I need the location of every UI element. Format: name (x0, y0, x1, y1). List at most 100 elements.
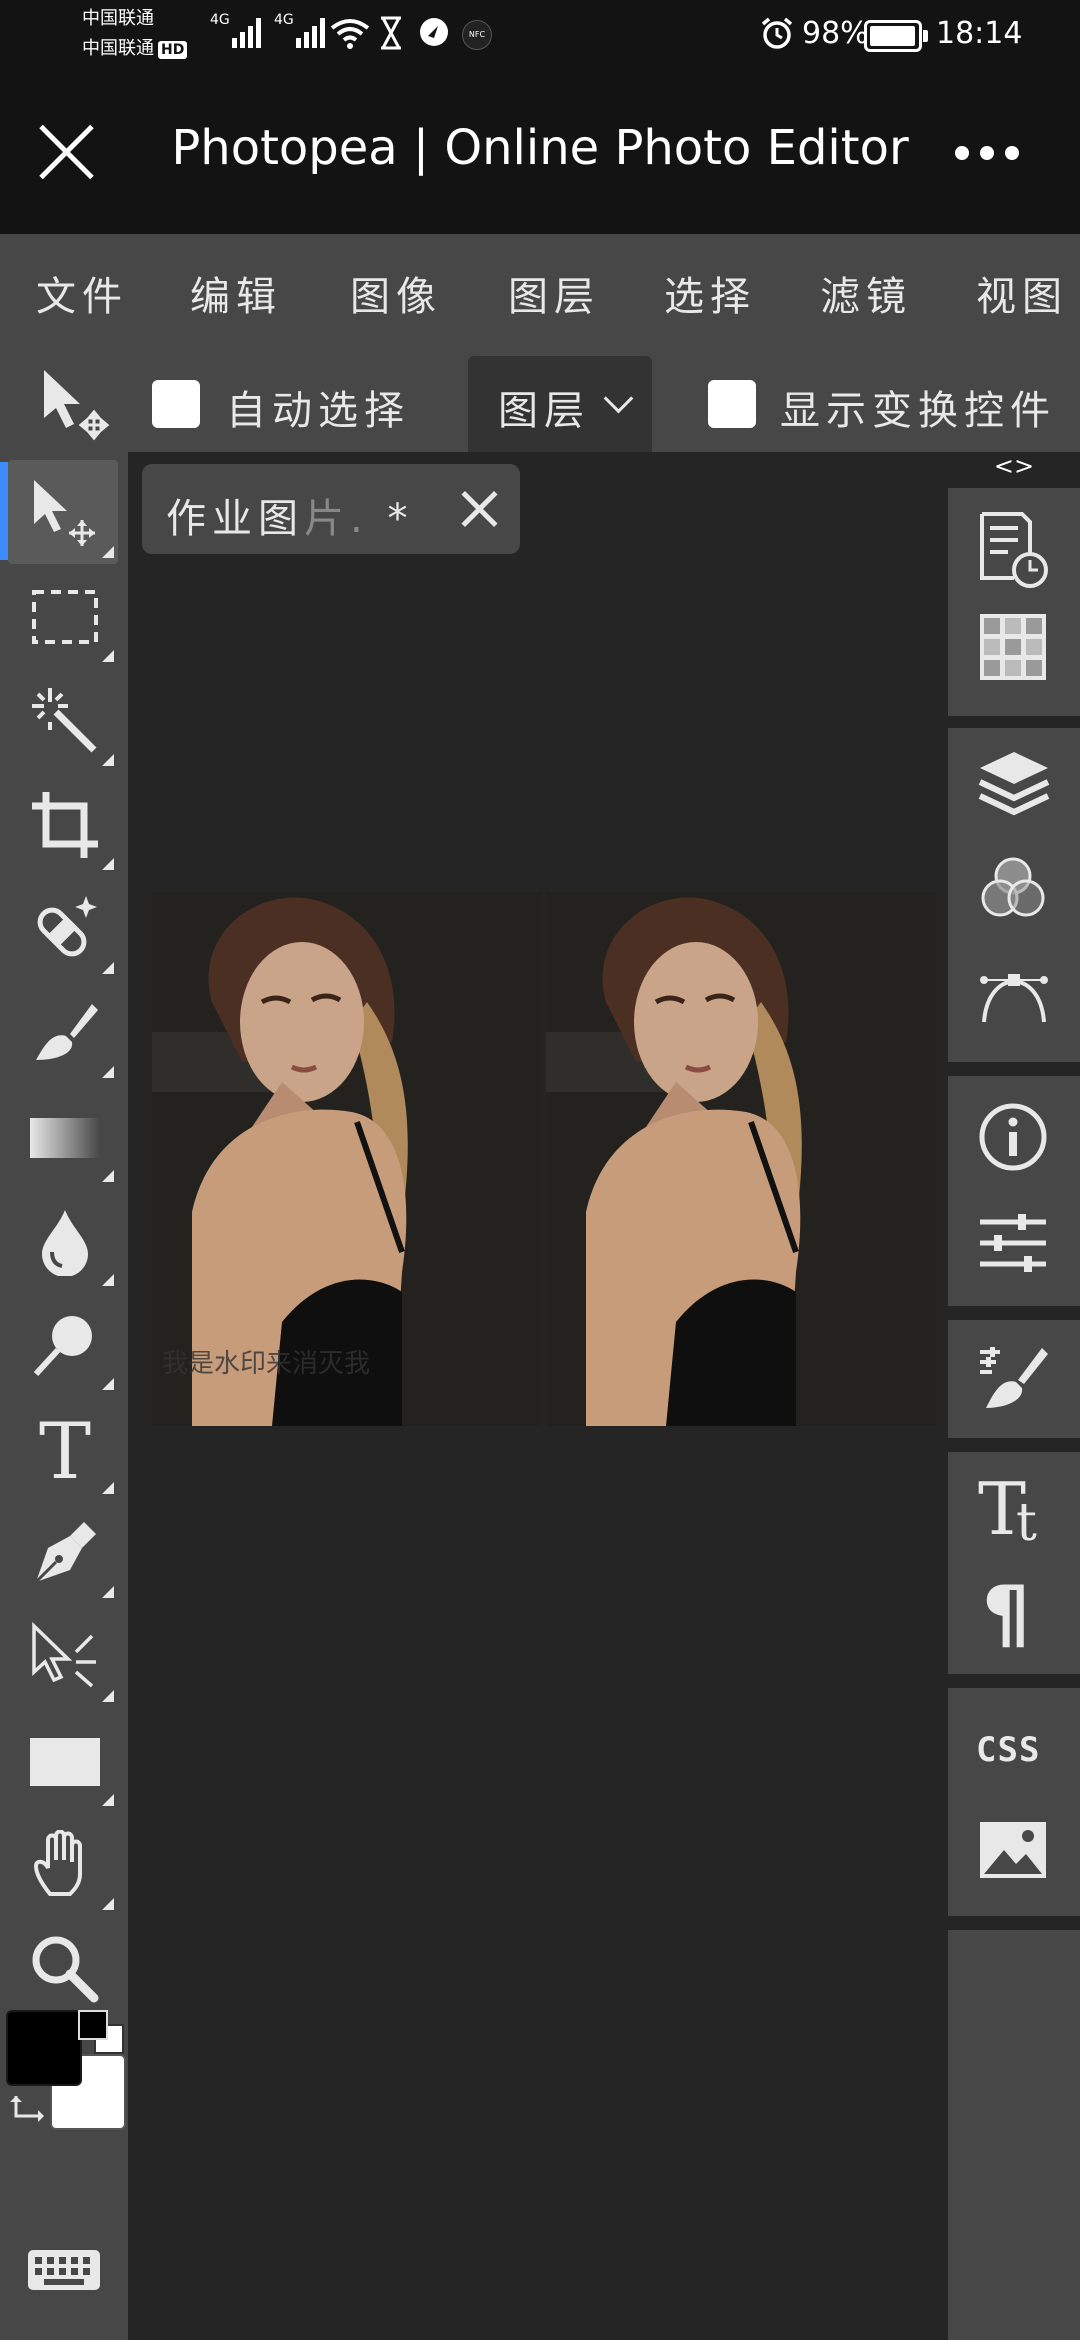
menu-select[interactable]: 选择 (664, 264, 756, 322)
show-transform-label: 显示变换控件 (780, 388, 1056, 434)
portrait-image (546, 892, 936, 1426)
photo-left: 我是水印来消灭我 (152, 892, 542, 1426)
menu-filter[interactable]: 滤镜 (820, 264, 912, 322)
portrait-image: 我是水印来消灭我 (152, 892, 542, 1426)
hd-badge: HD (158, 41, 188, 59)
panel-dock-empty (948, 1930, 1080, 2340)
tool-bar: T (0, 452, 128, 2340)
paths-icon[interactable] (978, 958, 1050, 1030)
default-colors-icon[interactable] (78, 2010, 108, 2040)
marquee-icon (32, 590, 98, 644)
layer-dropdown[interactable]: 图层 (468, 356, 652, 452)
move-tool-icon (34, 480, 95, 546)
menu-image[interactable]: 图像 (350, 264, 442, 322)
paragraph-icon[interactable]: ¶ (978, 1570, 1050, 1654)
document-tab-name: 作业图片. * (166, 496, 414, 542)
panel-group-4 (948, 1320, 1080, 1438)
carrier-2: 中国联通 HD (82, 38, 188, 60)
css-icon[interactable]: CSS (976, 1730, 1040, 1770)
panel-group-5: T t ¶ (948, 1452, 1080, 1674)
layers-icon[interactable] (978, 748, 1050, 820)
path-select-icon (32, 1622, 96, 1688)
history-icon[interactable] (978, 512, 1050, 588)
panel-group-1 (948, 488, 1080, 716)
pen-icon (34, 1522, 96, 1584)
bandage-icon (37, 896, 97, 957)
tool-dodge[interactable] (8, 1292, 118, 1396)
droplet-icon (42, 1210, 88, 1276)
tool-move[interactable] (0, 460, 118, 564)
gradient-icon (30, 1118, 100, 1158)
tool-gradient[interactable] (8, 1084, 118, 1188)
rectangle-icon (30, 1738, 100, 1786)
tool-pen[interactable] (8, 1500, 118, 1604)
info-icon[interactable] (978, 1102, 1048, 1172)
swatches-icon[interactable] (978, 612, 1048, 682)
tool-path-select[interactable] (8, 1604, 118, 1708)
channels-icon[interactable] (978, 854, 1048, 924)
tool-type[interactable]: T (8, 1396, 118, 1500)
layer-dropdown-value: 图层 (498, 388, 590, 434)
tool-hand[interactable] (8, 1812, 118, 1916)
foreground-color-swatch[interactable] (6, 2010, 82, 2086)
svg-text:t: t (1016, 1493, 1037, 1548)
keyboard-icon[interactable] (28, 2248, 100, 2292)
svg-text:¶: ¶ (982, 1570, 1030, 1654)
carrier-1: 中国联通 (82, 8, 154, 29)
photo-right (546, 892, 936, 1426)
tool-healing[interactable] (8, 876, 118, 980)
battery-percent: 98% (802, 16, 869, 51)
swap-colors-icon[interactable] (10, 2092, 46, 2128)
move-tool-icon (44, 370, 110, 441)
character-icon[interactable]: T t (978, 1464, 1054, 1548)
brush-settings-icon[interactable] (978, 1342, 1050, 1414)
alarm-icon (761, 17, 793, 49)
tool-marquee[interactable] (8, 564, 118, 668)
svg-text:T: T (39, 1414, 91, 1484)
tool-brush[interactable] (8, 980, 118, 1084)
brush-icon (36, 1004, 98, 1060)
hand-icon (33, 1830, 82, 1896)
browser-header: Photopea | Online Photo Editor (0, 76, 1080, 234)
close-document-icon[interactable] (460, 490, 498, 528)
menu-file[interactable]: 文件 (36, 264, 128, 322)
panel-group-3 (948, 1076, 1080, 1306)
battery-icon (864, 20, 928, 52)
tool-zoom[interactable] (8, 1916, 118, 2020)
menu-layer[interactable]: 图层 (508, 264, 600, 322)
auto-select-checkbox[interactable] (152, 380, 200, 428)
dodge-icon (33, 1316, 92, 1377)
zoom-icon (32, 1936, 99, 2003)
canvas-workspace[interactable]: 作业图片. * 我是水印来消灭我 (128, 452, 948, 2340)
tool-magic-wand[interactable] (8, 668, 118, 772)
options-bar: 自动选择 图层 显示变换控件 (0, 344, 1080, 452)
show-transform-checkbox[interactable] (708, 380, 756, 428)
page-title: Photopea | Online Photo Editor (171, 120, 909, 176)
app-notification-icon (420, 18, 448, 46)
tool-crop[interactable] (8, 772, 118, 876)
adjustments-icon[interactable] (978, 1208, 1048, 1278)
right-panel: <> T t ¶ CSS (948, 452, 1080, 2340)
menu-view[interactable]: 视图 (976, 264, 1068, 322)
more-options-icon[interactable] (955, 146, 1019, 160)
tool-rectangle[interactable] (8, 1708, 118, 1812)
tool-blur[interactable] (8, 1188, 118, 1292)
magic-wand-icon (32, 688, 97, 753)
crop-icon (32, 792, 98, 858)
menu-bar: 文件 编辑 图像 图层 选择 滤镜 视图 (0, 234, 1080, 344)
menu-edit[interactable]: 编辑 (190, 264, 282, 322)
hourglass-icon (381, 16, 401, 50)
svg-text:我是水印来消灭我: 我是水印来消灭我 (162, 1349, 370, 1379)
image-icon[interactable] (978, 1820, 1048, 1880)
text-icon: T (39, 1414, 91, 1484)
canvas-image[interactable]: 我是水印来消灭我 (152, 892, 936, 1426)
clock: 18:14 (936, 16, 1023, 51)
panel-group-6: CSS (948, 1688, 1080, 1916)
panel-group-2 (948, 728, 1080, 1062)
close-icon[interactable] (36, 122, 96, 182)
status-bar: 中国联通 中国联通 HD 4G 4G NFC 98% 18:14 (0, 0, 1080, 76)
document-tab[interactable]: 作业图片. * (142, 464, 520, 554)
collapse-panel-toggle[interactable]: <> (948, 452, 1080, 482)
chevron-down-icon (603, 383, 634, 414)
wifi-icon (330, 19, 370, 49)
